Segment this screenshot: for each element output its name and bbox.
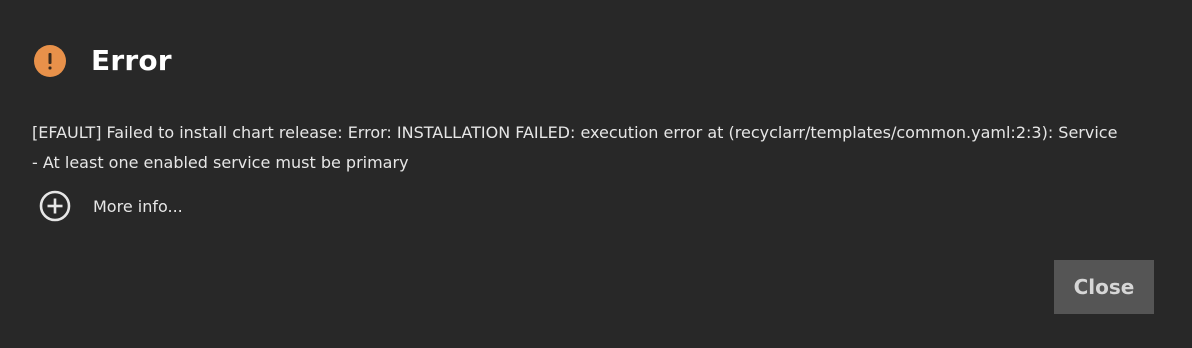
error-message: [EFAULT] Failed to install chart release… bbox=[32, 123, 1118, 172]
dialog-header: Error bbox=[34, 44, 172, 77]
close-button[interactable]: Close bbox=[1054, 260, 1154, 314]
dialog-title: Error bbox=[91, 44, 172, 77]
plus-circle-icon[interactable] bbox=[38, 189, 72, 223]
alert-circle-icon bbox=[34, 44, 66, 77]
more-info-label[interactable]: More info... bbox=[93, 197, 183, 216]
more-info-toggle[interactable]: More info... bbox=[38, 189, 183, 223]
error-dialog: Error [EFAULT] Failed to install chart r… bbox=[0, 0, 1192, 348]
